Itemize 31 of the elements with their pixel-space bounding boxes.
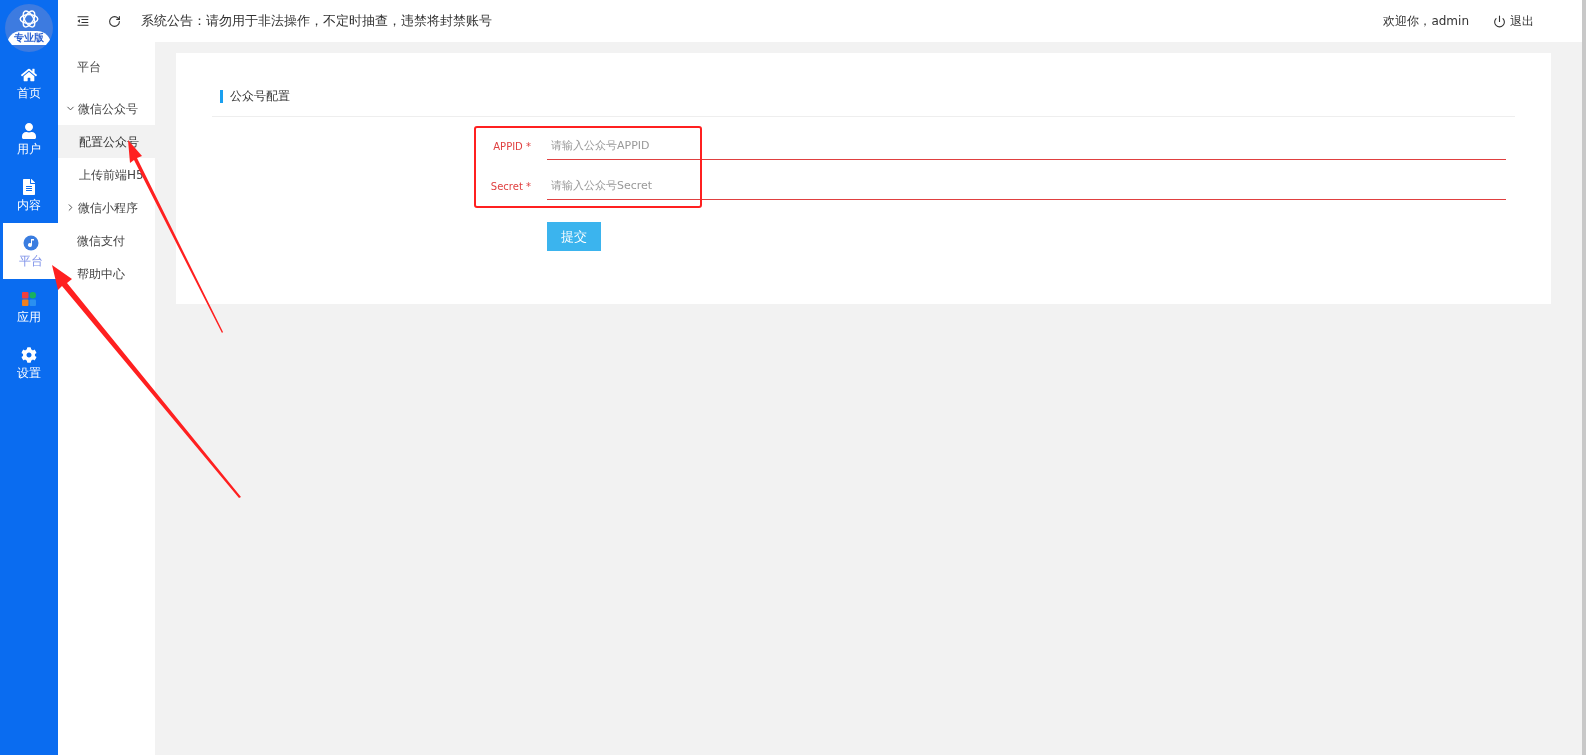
system-notice: 系统公告：请勿用于非法操作，不定时抽查，违禁将封禁账号 [141, 12, 492, 31]
submenu-item[interactable]: 微信小程序 [58, 191, 155, 224]
submenu-item[interactable]: 上传前端H5 [58, 158, 155, 191]
document-icon [21, 178, 37, 195]
settings-icon [21, 346, 37, 363]
refresh-icon[interactable] [108, 14, 121, 28]
logout-button[interactable]: 退出 [1493, 12, 1534, 30]
field-label: APPID * [492, 139, 532, 154]
apps-grid-icon [21, 290, 37, 307]
home-icon [21, 66, 37, 83]
submenu-item[interactable]: 微信公众号 [58, 92, 155, 125]
nav-rail-item[interactable]: 内容 [0, 167, 58, 223]
nav-rail-item[interactable]: 应用 [0, 279, 58, 335]
nav-rail-item[interactable]: 首页 [0, 55, 58, 111]
submenu-item[interactable]: 帮助中心 [58, 257, 155, 290]
menu-fold-icon[interactable] [76, 14, 90, 28]
input-field[interactable]: 请输入公众号Secret [547, 172, 1506, 200]
welcome-text: 欢迎你，admin [1383, 13, 1469, 30]
field-label: Secret * [489, 179, 532, 194]
knot-icon [18, 7, 40, 30]
note-circle-icon [22, 234, 39, 251]
nav-rail-item[interactable]: 设置 [0, 335, 58, 391]
input-field[interactable]: 请输入公众号APPID [547, 132, 1506, 160]
submenu-item[interactable]: 配置公众号 [58, 125, 155, 158]
submenu-title: 平台 [76, 59, 102, 76]
submenu-item[interactable]: 微信支付 [58, 224, 155, 257]
logo-badge: 专业版 [7, 30, 51, 45]
user-icon [21, 122, 37, 139]
power-icon [1493, 14, 1506, 28]
card-title: 公众号配置 [230, 88, 290, 105]
nav-rail-item[interactable]: 用户 [0, 111, 58, 167]
